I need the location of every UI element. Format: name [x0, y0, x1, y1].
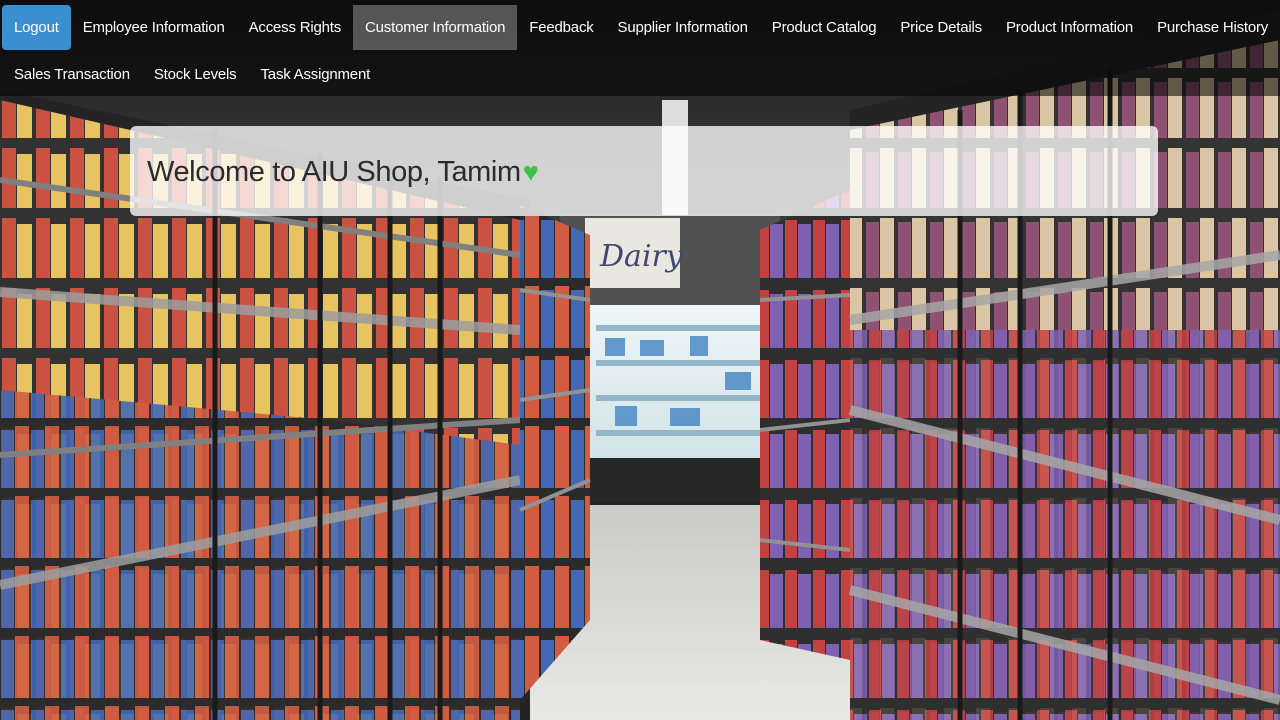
- nav-row-secondary: Sales Transaction Stock Levels Task Assign…: [2, 52, 382, 96]
- nav-task-assignment[interactable]: Task Assignment: [249, 52, 383, 96]
- nav-product-information[interactable]: Product Information: [994, 5, 1145, 50]
- nav-employee-information[interactable]: Employee Information: [71, 5, 237, 50]
- nav-purchase-history[interactable]: Purchase History: [1145, 5, 1280, 50]
- nav-access-rights[interactable]: Access Rights: [237, 5, 353, 50]
- welcome-message: Welcome to AIU Shop, Tamim♥: [147, 155, 539, 189]
- logout-button[interactable]: Logout: [2, 5, 71, 50]
- nav-supplier-information[interactable]: Supplier Information: [606, 5, 760, 50]
- nav-row-primary: Logout Employee Information Access Rights C…: [2, 5, 1280, 50]
- nav-product-catalog[interactable]: Product Catalog: [760, 5, 889, 50]
- heart-icon: ♥: [522, 156, 539, 187]
- welcome-banner: Welcome to AIU Shop, Tamim♥: [130, 126, 1158, 216]
- nav-customer-information[interactable]: Customer Information: [353, 5, 518, 50]
- nav-stock-levels[interactable]: Stock Levels: [142, 52, 249, 96]
- top-navbar: Logout Employee Information Access Rights C…: [0, 0, 1280, 96]
- nav-sales-transaction[interactable]: Sales Transaction: [2, 52, 142, 96]
- page: Dairy Logout Employee Information Access…: [0, 0, 1280, 720]
- nav-feedback[interactable]: Feedback: [517, 5, 605, 50]
- background-image: Dairy: [0, 0, 1280, 720]
- welcome-text: Welcome to AIU Shop, Tamim: [147, 155, 521, 188]
- nav-price-details[interactable]: Price Details: [888, 5, 994, 50]
